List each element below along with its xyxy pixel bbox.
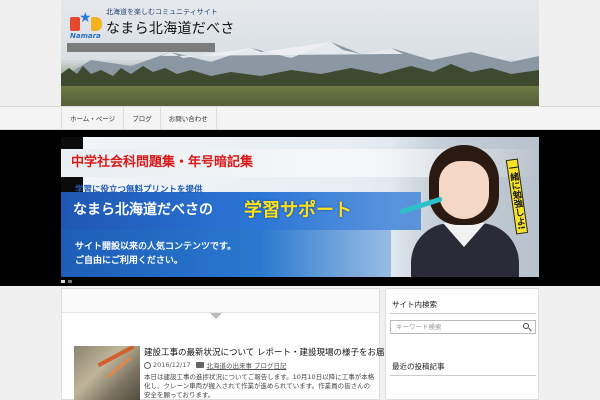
search-icon-handle	[528, 327, 532, 332]
sidebar-recent-heading: 最近の投稿記事	[392, 362, 445, 371]
banner-note-1: サイト開設以来の人気コンテンツです。	[75, 242, 237, 252]
nav-menu: ホーム・ページ ブログ お問い合わせ	[61, 107, 217, 129]
sidebar-search-heading: サイト内検索	[392, 300, 437, 309]
banner-highlight-text: 学習サポート	[244, 200, 352, 221]
post-category-text[interactable]: 北海道の出来事 ブログ日記	[206, 360, 286, 370]
nav-item-blog[interactable]: ブログ	[124, 107, 161, 129]
search-button[interactable]	[521, 322, 533, 332]
nav-item-home[interactable]: ホーム・ページ	[61, 107, 125, 129]
site-logo[interactable]: ★ Namara	[70, 11, 104, 41]
sidebar: サイト内検索 最近の投稿記事	[385, 288, 539, 400]
logo-wordmark: Namara	[70, 32, 101, 40]
site-title[interactable]: なまら北海道だべさ	[106, 18, 235, 38]
folder-icon	[196, 362, 205, 368]
post-thumbnail[interactable]	[74, 346, 140, 400]
search-box	[390, 320, 536, 334]
main-content: 建設工事の最新状況について レポート・建設現場の様子をお届けします 2016/1…	[61, 288, 418, 400]
post-category[interactable]: 北海道の出来事 ブログ日記	[196, 360, 287, 370]
slider-banner[interactable]: 一緒に勉強しよ! 中学社会科問題集・年号暗記集 学習に役立つ無料プリントを提供 …	[61, 137, 539, 277]
slider-dot[interactable]	[61, 280, 65, 283]
nav-item-contact[interactable]: お問い合わせ	[161, 107, 217, 129]
site-header: ★ Namara 北海道を楽しむコミュニティサイト なまら北海道だべさ	[61, 0, 539, 106]
banner-main-text: なまら北海道だべさの	[73, 202, 213, 218]
post-excerpt: 本日は建設工事の進捗状況についてご報告します。10月10日以降に工事が本格化し、…	[144, 373, 375, 399]
banner-subtitle: 学習に役立つ無料プリントを提供	[75, 185, 203, 195]
banner-note-2: ご自由にご利用ください。	[75, 256, 183, 266]
banner-title: 中学社会科問題集・年号暗記集	[71, 155, 254, 170]
clock-icon	[144, 361, 151, 369]
post-title[interactable]: 建設工事の最新状況について レポート・建設現場の様子をお届けします	[144, 346, 418, 358]
student-face	[439, 161, 489, 219]
slider-dot[interactable]	[68, 280, 72, 283]
sidebar-divider	[390, 375, 536, 376]
site-tagline: 北海道を楽しむコミュニティサイト	[106, 8, 218, 16]
logo-star-icon: ★	[79, 10, 92, 26]
search-input[interactable]	[391, 321, 519, 333]
slider-pagination	[61, 280, 72, 283]
post-date-text: 2016/12/17	[153, 361, 191, 369]
logo-d-shape	[91, 17, 102, 31]
divider-arrow-icon	[210, 313, 222, 319]
header-caption-bar	[67, 43, 215, 52]
main-nav: ホーム・ページ ブログ お問い合わせ	[0, 106, 600, 130]
post-meta: 2016/12/17 北海道の出来事 ブログ日記	[144, 360, 287, 370]
content-top-bar	[62, 289, 379, 313]
post-date: 2016/12/17	[144, 361, 190, 369]
sidebar-divider	[390, 313, 536, 314]
header-ground	[61, 86, 539, 106]
